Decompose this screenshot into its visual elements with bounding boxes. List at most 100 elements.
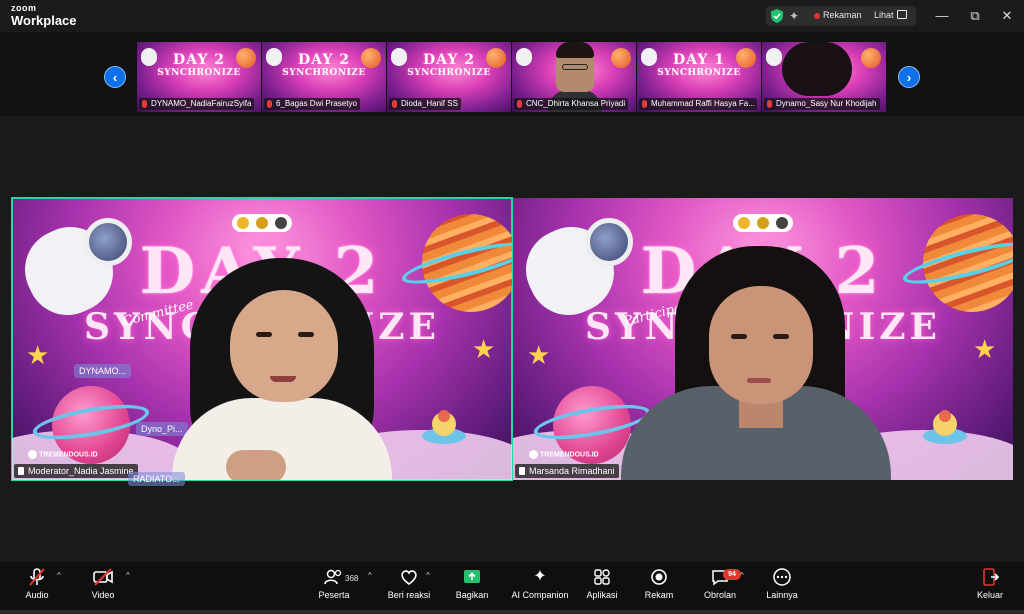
record-icon — [651, 569, 667, 585]
participants-button[interactable]: Peserta — [312, 566, 356, 600]
participant-name-chip: RADIATO... — [128, 472, 185, 486]
organizer-logo: TREMENDOUS.ID — [28, 450, 98, 459]
organizer-logo: TREMENDOUS.ID — [529, 450, 599, 459]
sponsor-logos — [733, 214, 793, 232]
share-screen-icon — [464, 570, 480, 583]
apps-button[interactable]: Aplikasi — [582, 566, 622, 600]
participant-name: CNC_Dhirta Khansa Priyadi — [514, 98, 629, 110]
share-button[interactable]: Bagikan — [452, 566, 492, 600]
apps-icon — [594, 569, 610, 585]
participant-thumbnail[interactable]: DAY 1 SYNCHRONIZE Muhammad Raffi Hasya F… — [637, 42, 761, 112]
recording-label[interactable]: Rekaman — [823, 10, 862, 20]
participant-name: Dioda_Hanif SS — [389, 98, 461, 110]
leave-button[interactable]: Keluar — [970, 566, 1010, 600]
star-icon: ★ — [472, 334, 496, 364]
thumb-sub: SYNCHRONIZE — [407, 68, 491, 78]
person-face — [709, 286, 813, 404]
mic-muted-icon — [392, 100, 397, 108]
grid-view-icon[interactable] — [897, 10, 907, 19]
maximize-button[interactable]: ⧉ — [965, 6, 985, 26]
mic-muted-icon — [29, 568, 45, 586]
person-glasses — [562, 64, 588, 70]
ai-companion-button[interactable]: ✦ AI Companion — [508, 566, 572, 600]
blurred-video — [782, 42, 852, 96]
person-mouth — [270, 376, 296, 382]
mic-muted-icon — [142, 100, 147, 108]
thumb-sub: SYNCHRONIZE — [157, 68, 241, 78]
mic-muted-icon — [267, 100, 272, 108]
view-button[interactable]: Lihat — [874, 10, 894, 20]
record-dot-icon — [814, 13, 820, 19]
person-eye — [731, 334, 747, 339]
participant-name-chip: Dyno_Pi... — [136, 422, 188, 436]
reactions-options-chevron-icon[interactable]: ^ — [426, 571, 430, 580]
astronaut-graphic — [516, 48, 532, 66]
video-tile[interactable]: DAY 2 SYNCHRONIZE Participant ★ ★ TREMEN… — [513, 198, 1013, 480]
participants-icon — [324, 569, 342, 585]
person-face — [230, 290, 338, 402]
participant-name-label: Moderator_Nadia Jasmine — [14, 464, 138, 478]
person-eye — [298, 332, 314, 337]
pin-icon — [519, 467, 525, 475]
sparkle-icon[interactable]: ✦ — [789, 9, 799, 23]
next-page-button[interactable]: › — [898, 66, 920, 88]
chat-options-chevron-icon[interactable]: ^ — [740, 571, 744, 580]
participants-count: 368 — [345, 574, 359, 583]
participant-thumbnail[interactable]: DAY 2 SYNCHRONIZE DYNAMO_NadiaFairuzSyif… — [137, 42, 261, 112]
participant-thumbnail[interactable]: Dynamo_Sasy Nur Khodijah — [762, 42, 886, 112]
participant-name-label: Marsanda Rimadhani — [515, 464, 619, 478]
mic-muted-icon — [517, 100, 522, 108]
brand-bottom: Workplace — [11, 13, 77, 28]
audio-options-chevron-icon[interactable]: ^ — [57, 571, 61, 580]
star-icon: ★ — [26, 340, 50, 370]
participant-name: Muhammad Raffi Hasya Fa... — [639, 98, 757, 110]
thumb-sub: SYNCHRONIZE — [657, 68, 741, 78]
person-hand — [226, 450, 286, 480]
sparkle-icon: ✦ — [533, 568, 547, 585]
participant-name: DYNAMO_NadiaFairuzSyifa — [139, 98, 255, 110]
heart-icon — [401, 570, 417, 585]
planet-graphic — [861, 48, 881, 68]
leave-icon — [983, 568, 1000, 586]
mic-muted-icon — [767, 100, 772, 108]
chat-unread-badge: 94 — [723, 569, 741, 580]
video-tile-active-speaker[interactable]: DAY 2 SYNCHRONIZE Committee ★ ★ DYNAMO..… — [11, 197, 513, 481]
person-mouth — [747, 378, 771, 383]
minimize-button[interactable]: — — [932, 6, 952, 26]
thumb-day: DAY 2 — [298, 52, 350, 68]
record-button[interactable]: Rekam — [640, 566, 678, 600]
video-button[interactable]: Video — [84, 566, 122, 600]
more-icon — [773, 568, 791, 586]
more-button[interactable]: Lainnya — [762, 566, 802, 600]
mascot-graphic — [422, 410, 466, 444]
participant-thumbnail[interactable]: DAY 2 SYNCHRONIZE Dioda_Hanif SS — [387, 42, 511, 112]
participant-thumbnail[interactable]: CNC_Dhirta Khansa Priyadi — [512, 42, 636, 112]
mic-muted-icon — [642, 100, 647, 108]
person-eye — [256, 332, 272, 337]
thumb-day: DAY 1 — [673, 52, 725, 68]
participants-options-chevron-icon[interactable]: ^ — [368, 571, 372, 580]
prev-page-button[interactable]: ‹ — [104, 66, 126, 88]
star-icon: ★ — [973, 334, 997, 364]
person-eye — [773, 334, 789, 339]
thumb-day: DAY 2 — [173, 52, 225, 68]
app-logo: zoom Workplace — [11, 3, 77, 28]
star-icon: ★ — [527, 340, 551, 370]
shield-check-icon[interactable] — [771, 9, 783, 23]
participant-name: Dynamo_Sasy Nur Khodijah — [764, 98, 880, 110]
thumb-day: DAY 2 — [423, 52, 475, 68]
participant-thumbnail[interactable]: DAY 2 SYNCHRONIZE 6_Bagas Dwi Prasetyo — [262, 42, 386, 112]
close-button[interactable]: ✕ — [997, 6, 1017, 26]
mascot-graphic — [923, 410, 967, 444]
video-options-chevron-icon[interactable]: ^ — [126, 571, 130, 580]
brand-top: zoom — [11, 3, 37, 13]
audio-button[interactable]: Audio — [18, 566, 56, 600]
participant-name: 6_Bagas Dwi Prasetyo — [264, 98, 360, 110]
taskbar-edge — [0, 610, 1024, 614]
sponsor-logos — [232, 214, 292, 232]
pin-icon — [18, 467, 24, 475]
person-hair — [556, 42, 594, 58]
planet-graphic — [611, 48, 631, 68]
participant-name-chip: DYNAMO... — [74, 364, 132, 378]
camera-off-icon — [93, 568, 113, 586]
